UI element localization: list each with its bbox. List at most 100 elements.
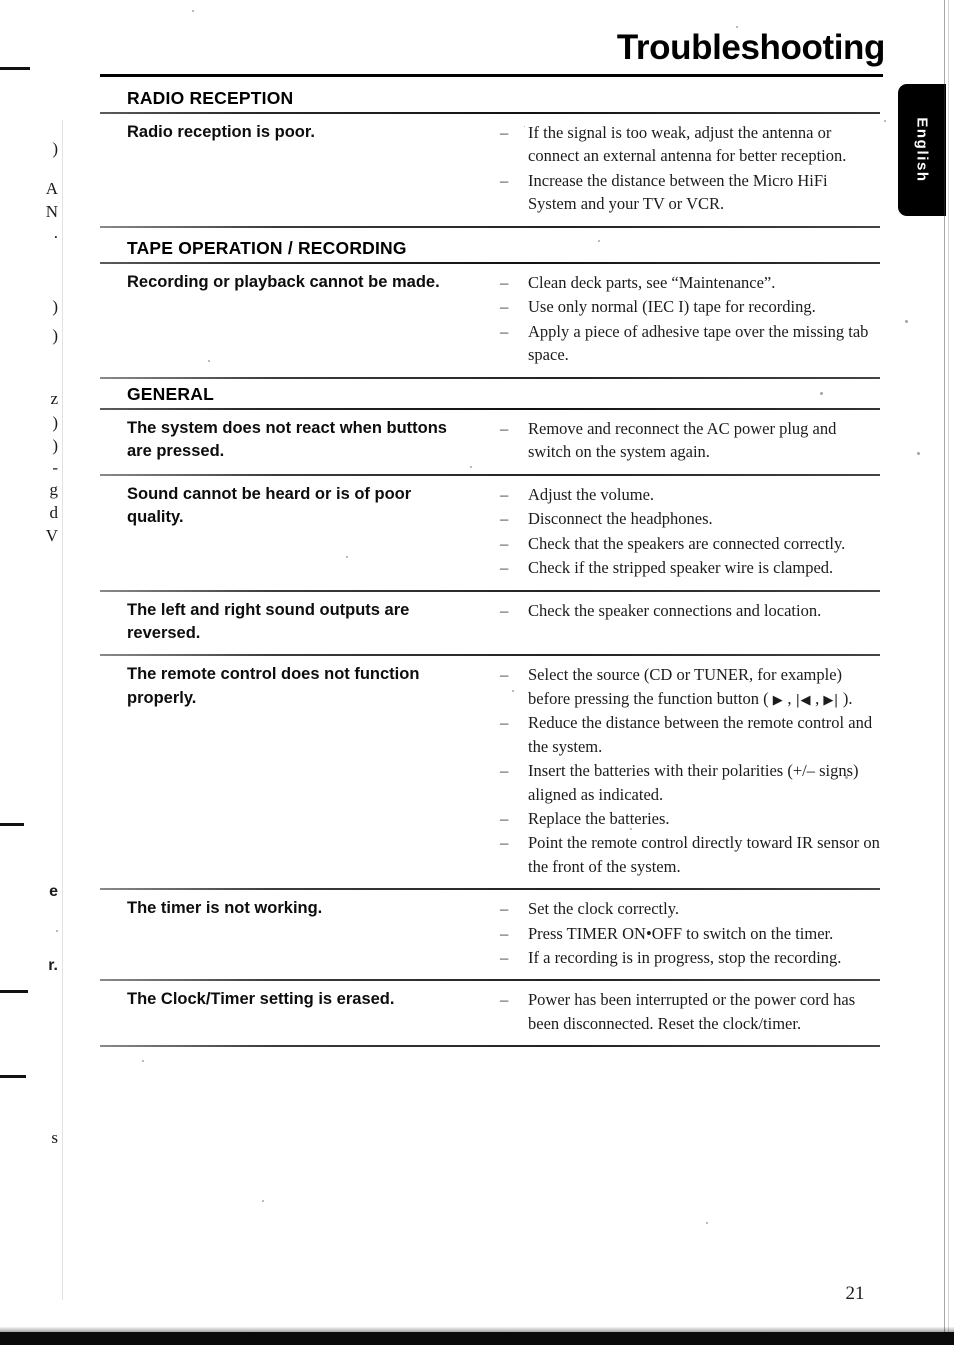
symptom-text: Sound cannot be heard or is of poor qual… [127, 484, 412, 527]
remedy-list: – Adjust the volume. – Disconnect the headp… [470, 483, 880, 581]
facing-page-text-fragment: N [45, 202, 58, 221]
facing-page-text-fragment: V [45, 526, 58, 545]
facing-page-text-fragment: ) [52, 436, 58, 455]
remedy-item: – Power has been interrupted or the power… [500, 988, 880, 1035]
remedy-text: Use only normal (IEC I) tape for recordi… [528, 297, 816, 317]
bullet-dash-icon: – [500, 833, 509, 853]
remedy-text: Apply a piece of adhesive tape over the … [528, 321, 869, 365]
scan-speck [884, 120, 886, 122]
facing-page-text-fragment: . [53, 223, 58, 242]
remedy-item: – Check if the stripped speaker wire is c… [500, 556, 880, 579]
scan-speck [262, 1200, 264, 1202]
scan-speck [192, 10, 194, 12]
remedy-item: – Clean deck parts, see “Maintenance”. [500, 271, 880, 294]
remedy-list: – Select the source (CD or TUNER, for exa… [470, 663, 880, 879]
remedy-text: Remove and reconnect the AC power plug a… [528, 419, 837, 462]
remedy-text: Check the speaker connections and locati… [528, 600, 822, 620]
remedy-item: – If the signal is too weak, adjust the a… [500, 121, 880, 168]
symptom-text: Radio reception is poor. [127, 123, 315, 141]
scan-speck [598, 240, 600, 242]
scan-edge-bottom [0, 1332, 954, 1345]
remedy-item: – Adjust the volume. [500, 483, 880, 506]
bullet-dash-icon: – [500, 665, 509, 685]
facing-page-rule-fragment [0, 67, 30, 70]
remedy-item: – Increase the distance between the Micro… [500, 169, 880, 216]
bullet-dash-icon: – [500, 761, 509, 781]
scan-speck [142, 1060, 144, 1062]
facing-page-text-fragment: ) [52, 326, 58, 345]
troubleshooting-row: The left and right sound outputs are rev… [100, 592, 880, 655]
bullet-dash-icon: – [500, 419, 509, 438]
row-divider-rule [100, 225, 880, 228]
remedy-item: – Check that the speakers are connected c… [500, 532, 880, 555]
remedy-item: – Select the source (CD or TUNER, for exa… [500, 663, 880, 710]
troubleshooting-row: The timer is not working. – Set the clock … [100, 890, 880, 979]
remedy-text: If a recording is in progress, stop the … [528, 948, 842, 968]
language-side-tab: English [898, 84, 946, 216]
facing-page-text-fragment: s [51, 1128, 58, 1147]
scan-gutter-line [944, 0, 945, 1345]
remedy-item: – Use only normal (IEC I) tape for record… [500, 295, 880, 318]
facing-page-text-fragment: ) [52, 139, 58, 158]
remedy-list: – Check the speaker connections and locat… [470, 599, 880, 623]
facing-page-text-fragment: A [45, 179, 58, 198]
scan-speck [845, 776, 848, 779]
bullet-dash-icon: – [500, 533, 509, 553]
symptom-text: Recording or playback cannot be made. [127, 273, 440, 291]
language-side-tab-label: English [913, 117, 931, 183]
remedy-text: Replace the batteries. [528, 808, 670, 828]
facing-page-text-fragment: r. [48, 957, 58, 974]
remedy-item: – Point the remote control directly towar… [500, 831, 880, 878]
bullet-dash-icon: – [500, 558, 509, 578]
row-divider-rule [100, 1045, 880, 1048]
remedy-text: Increase the distance between the Micro … [528, 170, 828, 214]
remedy-item: – Reduce the distance between the remote … [500, 711, 880, 758]
remedy-text: Point the remote control directly toward… [528, 833, 880, 876]
scan-speck [512, 690, 514, 692]
symptom-text: The left and right sound outputs are rev… [127, 600, 410, 642]
facing-page-text-fragment: g [49, 480, 59, 499]
troubleshooting-row: The remote control does not function pro… [100, 656, 880, 888]
symptom-text: The Clock/Timer setting is erased. [127, 990, 395, 1009]
troubleshooting-section: TAPE OPERATION / RECORDING Recording or p… [100, 238, 880, 379]
troubleshooting-row: Recording or playback cannot be made. – Cl… [100, 264, 880, 377]
troubleshooting-row: The system does not react when buttons a… [100, 410, 880, 474]
remedy-item: – Set the clock correctly. [500, 897, 880, 920]
remedy-text: Adjust the volume. [528, 484, 655, 504]
scanned-manual-page: ) A N.)) z)) - g d Ve r. s Troubleshooting Englis… [0, 0, 954, 1345]
section-heading: TAPE OPERATION / RECORDING [127, 238, 407, 258]
remedy-item: – Remove and reconnect the AC power plug … [500, 417, 880, 464]
remedy-list: – Clean deck parts, see “Maintenance”. – Us… [470, 271, 880, 368]
bullet-dash-icon: – [500, 899, 509, 919]
facing-page-rule-fragment [0, 823, 24, 826]
scan-speck [56, 930, 58, 932]
symptom-text: The system does not react when buttons a… [127, 419, 447, 461]
remedy-text: Insert the batteries with their polariti… [528, 761, 859, 804]
troubleshooting-row: The Clock/Timer setting is erased. – Power… [100, 981, 880, 1045]
scan-speck [917, 452, 920, 455]
symptom-text: The remote control does not function pro… [127, 665, 420, 707]
facing-page-text-fragment: z [50, 389, 58, 408]
remedy-list: – Set the clock correctly. – Press TIMER ON… [470, 897, 880, 970]
scan-speck [905, 320, 908, 323]
bullet-dash-icon: – [500, 990, 509, 1010]
troubleshooting-section: GENERAL The system does not react when bu… [100, 384, 880, 1048]
facing-page-rule-fragment [0, 1075, 26, 1078]
bullet-dash-icon: – [500, 808, 509, 828]
remedy-text: Power has been interrupted or the power … [528, 990, 856, 1033]
scan-speck [524, 126, 525, 127]
facing-page-text-fragment: d [49, 503, 59, 522]
scan-speck [208, 360, 210, 362]
remedy-item: – Insert the batteries with their polarit… [500, 759, 880, 806]
remedy-text: Press TIMER ON•OFF to switch on the time… [528, 923, 834, 943]
scan-speck [470, 466, 472, 468]
bullet-dash-icon: – [500, 170, 509, 190]
bullet-dash-icon: – [500, 713, 509, 733]
facing-page-text-fragment: ) [52, 413, 58, 432]
remedy-item: – Apply a piece of adhesive tape over the… [500, 320, 880, 367]
remedy-item: – If a recording is in progress, stop the… [500, 946, 880, 969]
remedy-text: Check if the stripped speaker wire is cl… [528, 558, 834, 578]
scan-gutter-line [62, 120, 63, 1300]
transport-glyph-icon: |◀ [795, 692, 811, 708]
facing-page-text-fragment: - [52, 458, 58, 477]
